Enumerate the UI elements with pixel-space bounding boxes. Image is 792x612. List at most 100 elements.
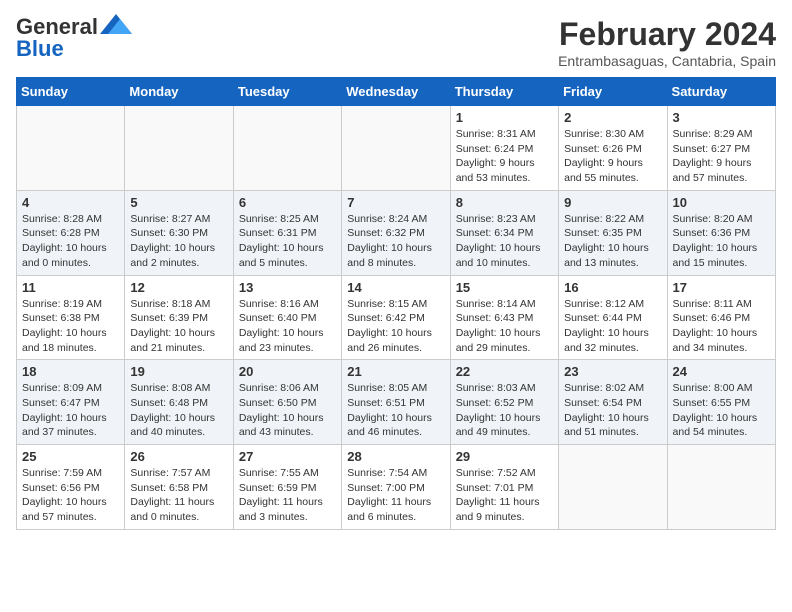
- day-number: 22: [456, 364, 553, 379]
- page-header: General Blue February 2024 Entrambasagua…: [16, 16, 776, 69]
- day-header-saturday: Saturday: [667, 78, 775, 106]
- day-header-wednesday: Wednesday: [342, 78, 450, 106]
- calendar-cell: [559, 445, 667, 530]
- day-info: Sunrise: 7:59 AMSunset: 6:56 PMDaylight:…: [22, 466, 119, 525]
- title-block: February 2024 Entrambasaguas, Cantabria,…: [558, 16, 776, 69]
- calendar-header-row: SundayMondayTuesdayWednesdayThursdayFrid…: [17, 78, 776, 106]
- day-info: Sunrise: 7:57 AMSunset: 6:58 PMDaylight:…: [130, 466, 227, 525]
- calendar-cell: 28 Sunrise: 7:54 AMSunset: 7:00 PMDayligh…: [342, 445, 450, 530]
- calendar-cell: 15 Sunrise: 8:14 AMSunset: 6:43 PMDayligh…: [450, 275, 558, 360]
- day-header-thursday: Thursday: [450, 78, 558, 106]
- day-info: Sunrise: 8:30 AMSunset: 6:26 PMDaylight:…: [564, 127, 661, 186]
- day-info: Sunrise: 8:14 AMSunset: 6:43 PMDaylight:…: [456, 297, 553, 356]
- calendar-cell: 10Sunrise: 8:20 AMSunset: 6:36 PMDayligh…: [667, 190, 775, 275]
- calendar-cell: 25Sunrise: 7:59 AMSunset: 6:56 PMDayligh…: [17, 445, 125, 530]
- day-info: Sunrise: 8:19 AMSunset: 6:38 PMDaylight:…: [22, 297, 119, 356]
- day-number: 2: [564, 110, 661, 125]
- calendar-cell: [233, 106, 341, 191]
- calendar-cell: 5 Sunrise: 8:27 AMSunset: 6:30 PMDaylight…: [125, 190, 233, 275]
- day-number: 27: [239, 449, 336, 464]
- day-info: Sunrise: 8:24 AMSunset: 6:32 PMDaylight:…: [347, 212, 444, 271]
- calendar-cell: 20 Sunrise: 8:06 AMSunset: 6:50 PMDayligh…: [233, 360, 341, 445]
- day-info: Sunrise: 8:12 AMSunset: 6:44 PMDaylight:…: [564, 297, 661, 356]
- day-info: Sunrise: 8:23 AMSunset: 6:34 PMDaylight:…: [456, 212, 553, 271]
- calendar-cell: 17Sunrise: 8:11 AMSunset: 6:46 PMDayligh…: [667, 275, 775, 360]
- calendar-week-3: 11 Sunrise: 8:19 AMSunset: 6:38 PMDayligh…: [17, 275, 776, 360]
- calendar-cell: 22 Sunrise: 8:03 AMSunset: 6:52 PMDayligh…: [450, 360, 558, 445]
- calendar-cell: 3Sunrise: 8:29 AMSunset: 6:27 PMDaylight…: [667, 106, 775, 191]
- day-number: 3: [673, 110, 770, 125]
- day-number: 24: [673, 364, 770, 379]
- calendar-cell: 21Sunrise: 8:05 AMSunset: 6:51 PMDayligh…: [342, 360, 450, 445]
- day-number: 19: [130, 364, 227, 379]
- calendar-cell: 1 Sunrise: 8:31 AMSunset: 6:24 PMDaylight…: [450, 106, 558, 191]
- day-number: 5: [130, 195, 227, 210]
- day-number: 7: [347, 195, 444, 210]
- day-number: 1: [456, 110, 553, 125]
- day-info: Sunrise: 8:16 AMSunset: 6:40 PMDaylight:…: [239, 297, 336, 356]
- day-number: 20: [239, 364, 336, 379]
- day-number: 14: [347, 280, 444, 295]
- calendar-table: SundayMondayTuesdayWednesdayThursdayFrid…: [16, 77, 776, 530]
- calendar-cell: 27 Sunrise: 7:55 AMSunset: 6:59 PMDayligh…: [233, 445, 341, 530]
- day-info: Sunrise: 7:55 AMSunset: 6:59 PMDaylight:…: [239, 466, 336, 525]
- calendar-cell: 29 Sunrise: 7:52 AMSunset: 7:01 PMDayligh…: [450, 445, 558, 530]
- calendar-cell: 2 Sunrise: 8:30 AMSunset: 6:26 PMDaylight…: [559, 106, 667, 191]
- day-number: 11: [22, 280, 119, 295]
- day-info: Sunrise: 7:52 AMSunset: 7:01 PMDaylight:…: [456, 466, 553, 525]
- day-info: Sunrise: 8:08 AMSunset: 6:48 PMDaylight:…: [130, 381, 227, 440]
- day-number: 18: [22, 364, 119, 379]
- day-number: 4: [22, 195, 119, 210]
- day-info: Sunrise: 8:09 AMSunset: 6:47 PMDaylight:…: [22, 381, 119, 440]
- calendar-cell: [667, 445, 775, 530]
- day-info: Sunrise: 8:22 AMSunset: 6:35 PMDaylight:…: [564, 212, 661, 271]
- day-info: Sunrise: 8:28 AMSunset: 6:28 PMDaylight:…: [22, 212, 119, 271]
- calendar-cell: [125, 106, 233, 191]
- day-number: 23: [564, 364, 661, 379]
- day-number: 17: [673, 280, 770, 295]
- day-info: Sunrise: 8:31 AMSunset: 6:24 PMDaylight:…: [456, 127, 553, 186]
- calendar-cell: 13 Sunrise: 8:16 AMSunset: 6:40 PMDayligh…: [233, 275, 341, 360]
- calendar-cell: 11 Sunrise: 8:19 AMSunset: 6:38 PMDayligh…: [17, 275, 125, 360]
- calendar-week-1: 1 Sunrise: 8:31 AMSunset: 6:24 PMDaylight…: [17, 106, 776, 191]
- day-info: Sunrise: 8:03 AMSunset: 6:52 PMDaylight:…: [456, 381, 553, 440]
- day-number: 6: [239, 195, 336, 210]
- month-title: February 2024: [558, 16, 776, 53]
- day-number: 13: [239, 280, 336, 295]
- calendar-cell: [17, 106, 125, 191]
- calendar-cell: [342, 106, 450, 191]
- calendar-week-5: 25Sunrise: 7:59 AMSunset: 6:56 PMDayligh…: [17, 445, 776, 530]
- day-info: Sunrise: 7:54 AMSunset: 7:00 PMDaylight:…: [347, 466, 444, 525]
- calendar-cell: 23Sunrise: 8:02 AMSunset: 6:54 PMDayligh…: [559, 360, 667, 445]
- calendar-cell: 19 Sunrise: 8:08 AMSunset: 6:48 PMDayligh…: [125, 360, 233, 445]
- day-info: Sunrise: 8:25 AMSunset: 6:31 PMDaylight:…: [239, 212, 336, 271]
- calendar-cell: 16 Sunrise: 8:12 AMSunset: 6:44 PMDayligh…: [559, 275, 667, 360]
- day-info: Sunrise: 8:27 AMSunset: 6:30 PMDaylight:…: [130, 212, 227, 271]
- day-number: 29: [456, 449, 553, 464]
- day-number: 26: [130, 449, 227, 464]
- day-number: 28: [347, 449, 444, 464]
- calendar-cell: 8Sunrise: 8:23 AMSunset: 6:34 PMDaylight…: [450, 190, 558, 275]
- calendar-cell: 7 Sunrise: 8:24 AMSunset: 6:32 PMDaylight…: [342, 190, 450, 275]
- calendar-cell: 12 Sunrise: 8:18 AMSunset: 6:39 PMDayligh…: [125, 275, 233, 360]
- day-info: Sunrise: 8:18 AMSunset: 6:39 PMDaylight:…: [130, 297, 227, 356]
- day-info: Sunrise: 8:00 AMSunset: 6:55 PMDaylight:…: [673, 381, 770, 440]
- day-number: 15: [456, 280, 553, 295]
- logo-icon: [100, 14, 132, 34]
- day-header-tuesday: Tuesday: [233, 78, 341, 106]
- calendar-cell: 6 Sunrise: 8:25 AMSunset: 6:31 PMDaylight…: [233, 190, 341, 275]
- calendar-cell: 9Sunrise: 8:22 AMSunset: 6:35 PMDaylight…: [559, 190, 667, 275]
- day-number: 12: [130, 280, 227, 295]
- day-number: 16: [564, 280, 661, 295]
- day-info: Sunrise: 8:06 AMSunset: 6:50 PMDaylight:…: [239, 381, 336, 440]
- logo-blue-text: Blue: [16, 38, 64, 60]
- day-info: Sunrise: 8:15 AMSunset: 6:42 PMDaylight:…: [347, 297, 444, 356]
- calendar-cell: 26 Sunrise: 7:57 AMSunset: 6:58 PMDayligh…: [125, 445, 233, 530]
- day-header-sunday: Sunday: [17, 78, 125, 106]
- calendar-cell: 18 Sunrise: 8:09 AMSunset: 6:47 PMDayligh…: [17, 360, 125, 445]
- calendar-cell: 4 Sunrise: 8:28 AMSunset: 6:28 PMDaylight…: [17, 190, 125, 275]
- calendar-cell: 24 Sunrise: 8:00 AMSunset: 6:55 PMDayligh…: [667, 360, 775, 445]
- logo: General Blue: [16, 16, 132, 60]
- calendar-week-2: 4 Sunrise: 8:28 AMSunset: 6:28 PMDaylight…: [17, 190, 776, 275]
- day-info: Sunrise: 8:05 AMSunset: 6:51 PMDaylight:…: [347, 381, 444, 440]
